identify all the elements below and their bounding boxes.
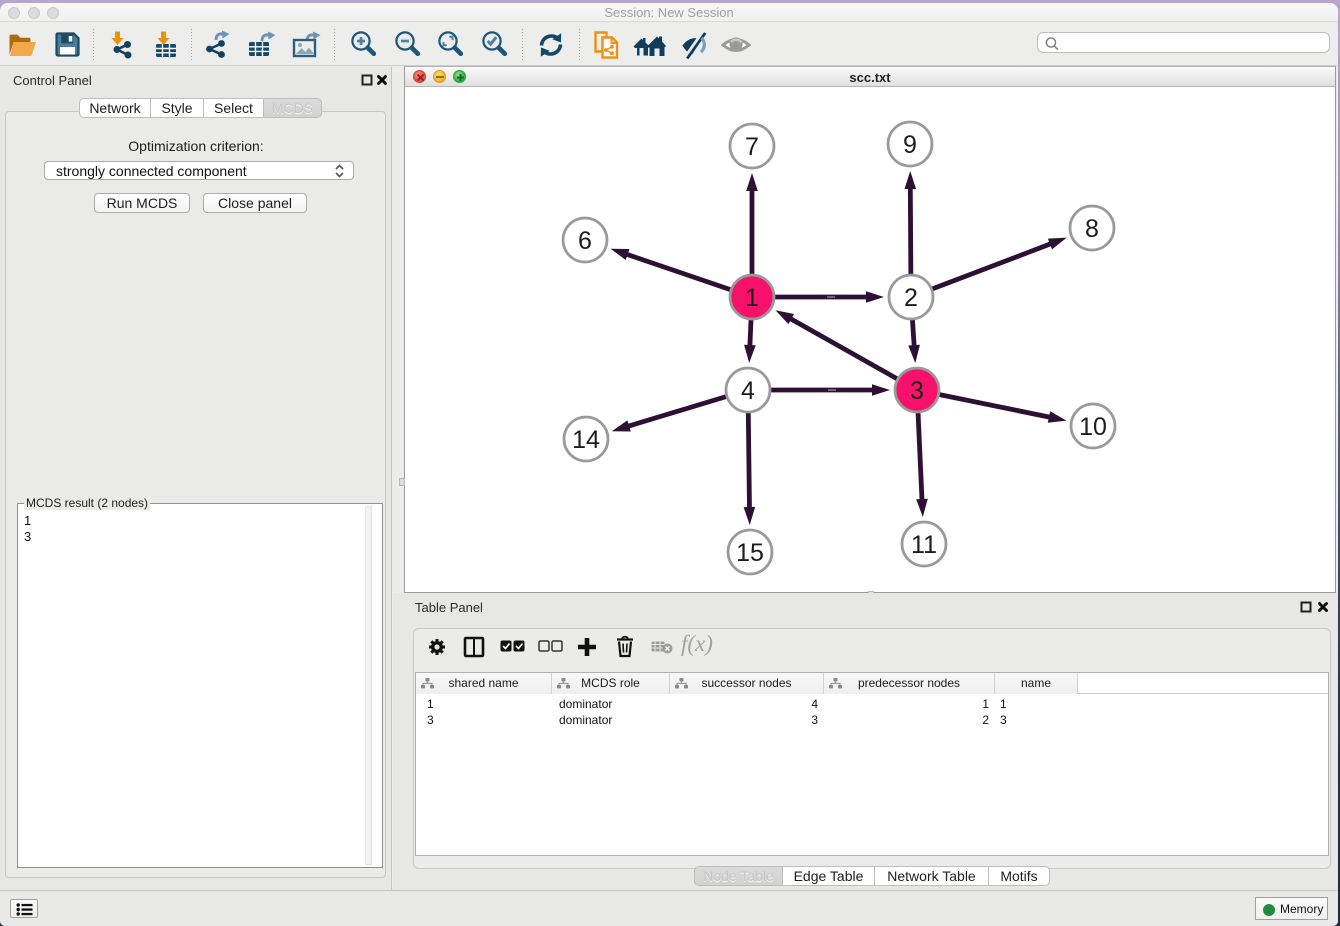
- svg-text:1: 1: [745, 284, 759, 312]
- svg-text:8: 8: [1085, 215, 1099, 243]
- svg-text:3: 3: [910, 377, 924, 405]
- svg-text:7: 7: [745, 133, 759, 161]
- svg-text:14: 14: [572, 426, 600, 454]
- svg-text:10: 10: [1079, 413, 1107, 441]
- svg-text:4: 4: [741, 377, 755, 405]
- svg-text:2: 2: [904, 284, 918, 312]
- svg-text:9: 9: [903, 131, 917, 159]
- svg-text:6: 6: [578, 227, 592, 255]
- svg-text:11: 11: [911, 531, 937, 559]
- svg-text:15: 15: [736, 539, 764, 567]
